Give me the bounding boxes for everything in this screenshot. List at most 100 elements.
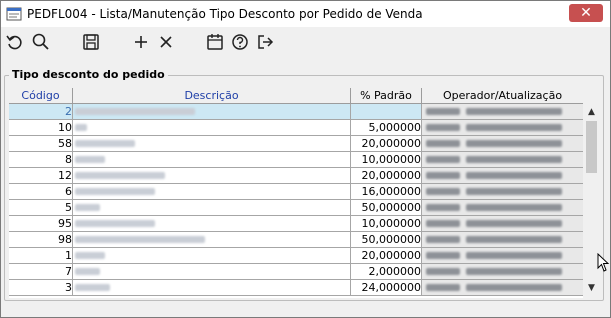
cell-codigo[interactable]: 10 — [9, 120, 73, 136]
cell-percent[interactable]: 50,000000 — [351, 200, 422, 216]
close-button[interactable]: ✕ — [569, 4, 603, 22]
cell-percent[interactable]: 10,000000 — [351, 216, 422, 232]
cell-codigo[interactable]: 2 — [9, 104, 73, 120]
table-row[interactable]: 5 50,000000 — [9, 200, 583, 216]
cell-operador[interactable] — [422, 136, 583, 152]
redacted-text — [426, 140, 460, 147]
column-header-descricao[interactable]: Descrição — [73, 88, 351, 104]
redacted-text — [466, 284, 562, 291]
cell-operador[interactable] — [422, 120, 583, 136]
cell-descricao[interactable] — [73, 168, 351, 184]
cell-descricao[interactable] — [73, 216, 351, 232]
redacted-text — [75, 204, 100, 211]
redacted-text — [75, 220, 155, 227]
cell-operador[interactable] — [422, 232, 583, 248]
redacted-text — [75, 140, 135, 147]
cell-codigo[interactable]: 8 — [9, 152, 73, 168]
scroll-up-icon[interactable]: ▲ — [585, 106, 598, 119]
cell-percent[interactable]: 2,000000 — [351, 264, 422, 280]
column-header-operador[interactable]: Operador/Atualização — [422, 88, 583, 104]
cell-codigo[interactable]: 98 — [9, 232, 73, 248]
cell-operador[interactable] — [422, 104, 583, 120]
cell-descricao[interactable] — [73, 232, 351, 248]
table-row[interactable]: 3 24,000000 — [9, 280, 583, 296]
redacted-text — [466, 204, 562, 211]
redacted-text — [466, 124, 562, 131]
cell-operador[interactable] — [422, 280, 583, 296]
redacted-text — [426, 108, 460, 115]
cell-codigo[interactable]: 7 — [9, 264, 73, 280]
cell-percent[interactable]: 50,000000 — [351, 232, 422, 248]
cell-descricao[interactable] — [73, 120, 351, 136]
cell-descricao[interactable] — [73, 248, 351, 264]
redacted-text — [466, 268, 562, 275]
cell-descricao[interactable] — [73, 104, 351, 120]
redacted-text — [75, 188, 155, 195]
column-header-codigo[interactable]: Código — [9, 88, 73, 104]
redacted-text — [75, 252, 105, 259]
cell-descricao[interactable] — [73, 280, 351, 296]
cell-descricao[interactable] — [73, 152, 351, 168]
redacted-text — [75, 108, 195, 115]
cell-codigo[interactable]: 12 — [9, 168, 73, 184]
cell-descricao[interactable] — [73, 136, 351, 152]
cell-codigo[interactable]: 3 — [9, 280, 73, 296]
cell-percent[interactable]: 24,000000 — [351, 280, 422, 296]
cell-codigo[interactable]: 95 — [9, 216, 73, 232]
cell-percent[interactable] — [351, 104, 422, 120]
cell-codigo[interactable]: 6 — [9, 184, 73, 200]
cell-descricao[interactable] — [73, 184, 351, 200]
cell-percent[interactable]: 10,000000 — [351, 152, 422, 168]
table-row[interactable]: 98 50,000000 — [9, 232, 583, 248]
title-bar: PEDFL004 - Lista/Manutenção Tipo Descont… — [1, 1, 610, 27]
search-icon[interactable] — [30, 31, 52, 53]
scrollbar-thumb[interactable] — [586, 121, 597, 173]
cell-operador[interactable] — [422, 216, 583, 232]
cell-operador[interactable] — [422, 184, 583, 200]
cell-operador[interactable] — [422, 168, 583, 184]
cell-operador[interactable] — [422, 264, 583, 280]
undo-icon[interactable] — [4, 31, 26, 53]
cell-codigo[interactable]: 1 — [9, 248, 73, 264]
cell-codigo[interactable]: 58 — [9, 136, 73, 152]
cell-descricao[interactable] — [73, 264, 351, 280]
redacted-text — [426, 124, 460, 131]
cell-percent[interactable]: 5,000000 — [351, 120, 422, 136]
redacted-text — [75, 236, 205, 243]
redacted-text — [466, 156, 562, 163]
cell-percent[interactable]: 16,000000 — [351, 184, 422, 200]
discount-grid: Código Descrição % Padrão Operador/Atual… — [9, 88, 583, 298]
scroll-down-icon[interactable]: ▼ — [585, 282, 598, 295]
table-row[interactable]: 95 10,000000 — [9, 216, 583, 232]
cell-operador[interactable] — [422, 248, 583, 264]
cell-operador[interactable] — [422, 200, 583, 216]
redacted-text — [426, 156, 460, 163]
redacted-text — [466, 236, 562, 243]
exit-icon[interactable] — [254, 31, 276, 53]
table-row[interactable]: 7 2,000000 — [9, 264, 583, 280]
window-title: PEDFL004 - Lista/Manutenção Tipo Descont… — [27, 7, 423, 21]
cell-percent[interactable]: 20,000000 — [351, 248, 422, 264]
redacted-text — [426, 252, 460, 259]
table-row[interactable]: 2 — [9, 104, 583, 120]
table-row[interactable]: 8 10,000000 — [9, 152, 583, 168]
cell-operador[interactable] — [422, 152, 583, 168]
save-icon[interactable] — [80, 31, 102, 53]
cell-percent[interactable]: 20,000000 — [351, 136, 422, 152]
table-row[interactable]: 12 20,000000 — [9, 168, 583, 184]
redacted-text — [426, 284, 460, 291]
cell-codigo[interactable]: 5 — [9, 200, 73, 216]
delete-icon[interactable] — [155, 31, 177, 53]
column-header-percent[interactable]: % Padrão — [351, 88, 422, 104]
table-row[interactable]: 58 20,000000 — [9, 136, 583, 152]
cell-descricao[interactable] — [73, 200, 351, 216]
help-icon[interactable] — [229, 31, 251, 53]
calendar-icon[interactable] — [204, 31, 226, 53]
mouse-cursor-icon — [597, 252, 611, 273]
add-icon[interactable] — [130, 31, 152, 53]
app-window: PEDFL004 - Lista/Manutenção Tipo Descont… — [0, 0, 611, 318]
cell-percent[interactable]: 20,000000 — [351, 168, 422, 184]
table-row[interactable]: 10 5,000000 — [9, 120, 583, 136]
table-row[interactable]: 6 16,000000 — [9, 184, 583, 200]
table-row[interactable]: 1 20,000000 — [9, 248, 583, 264]
